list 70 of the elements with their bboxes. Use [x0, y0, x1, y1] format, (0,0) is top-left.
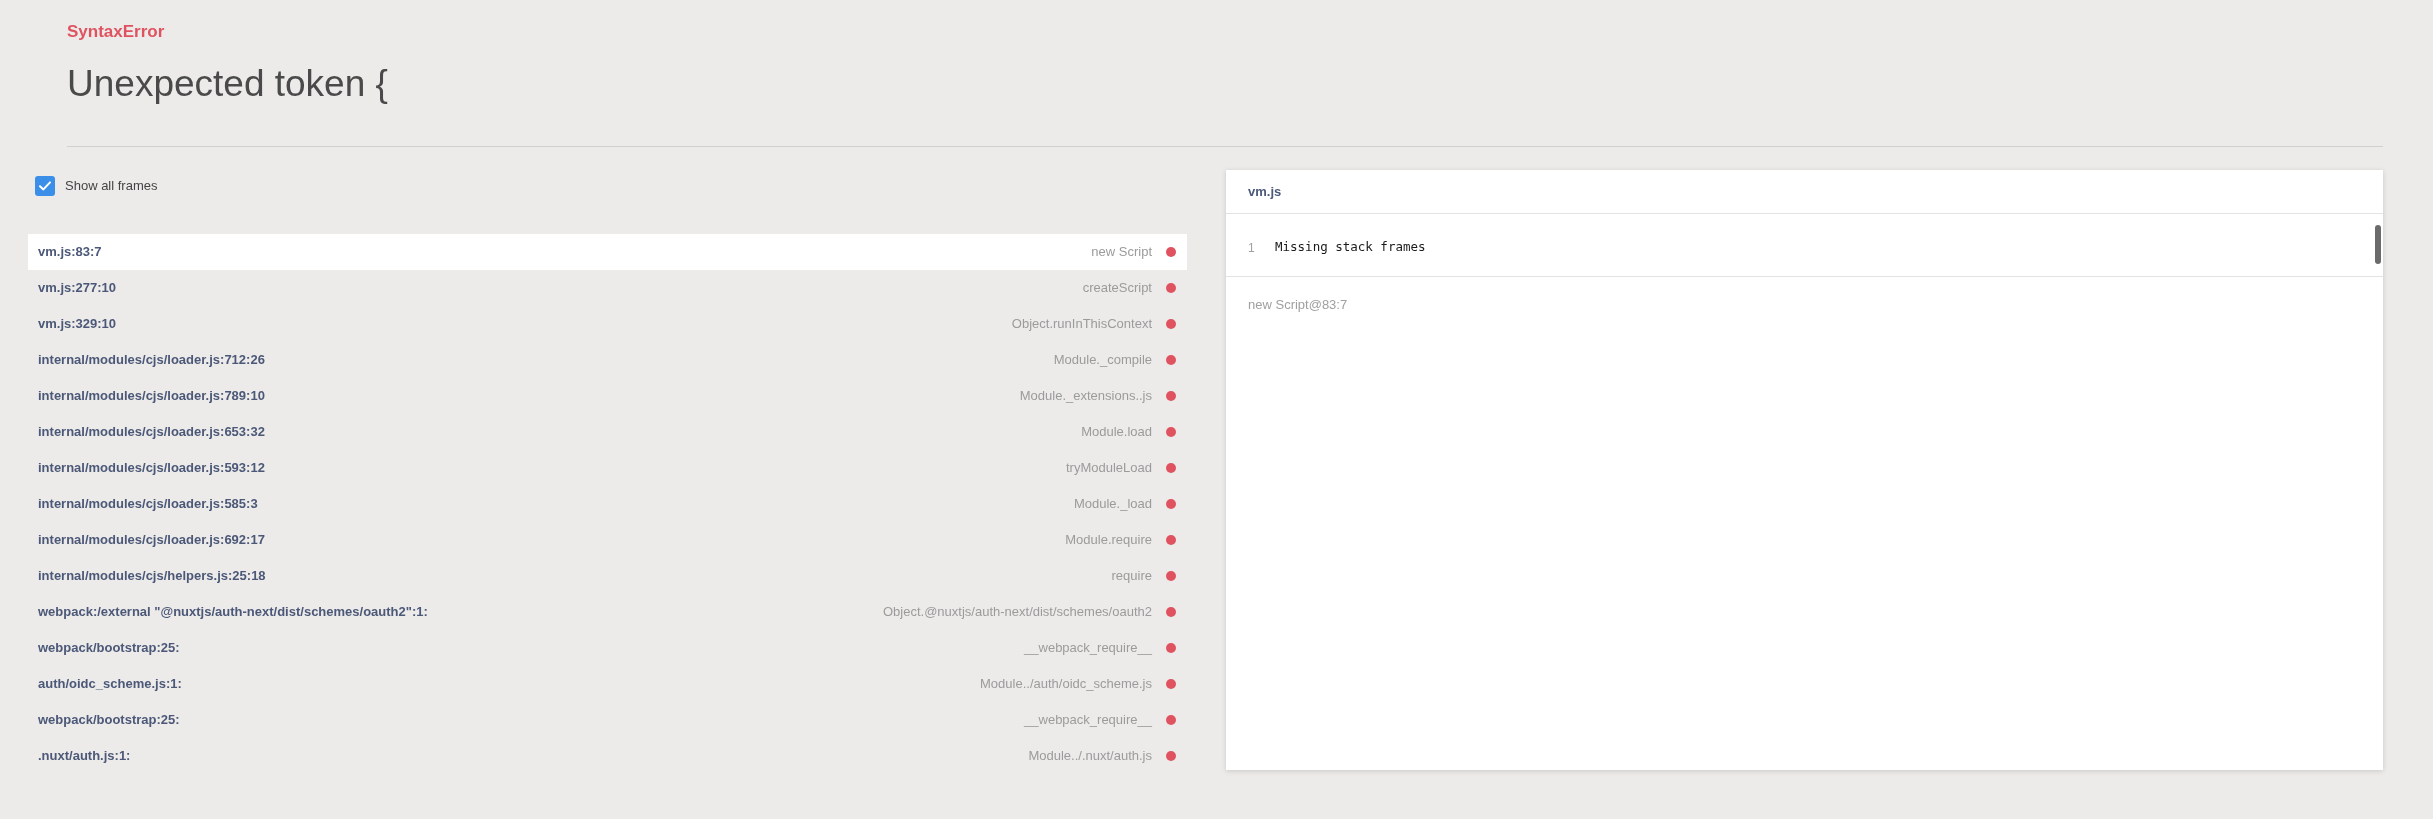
- frame-function-name: Module._extensions..js: [1019, 387, 1152, 405]
- stack-frame-row[interactable]: .nuxt/auth.js:1: Module../.nuxt/auth.js: [28, 738, 1187, 774]
- status-dot-icon: [1166, 535, 1176, 545]
- frame-function-name: Module.load: [1081, 423, 1152, 441]
- status-dot-icon: [1166, 283, 1176, 293]
- error-message-heading: Unexpected token {: [67, 62, 388, 106]
- frame-reference-label: new Script@83:7: [1248, 297, 1348, 312]
- frame-function-name: Object.runInThisContext: [1011, 315, 1152, 333]
- frame-function-name: createScript: [1082, 279, 1152, 297]
- stack-frame-row[interactable]: internal/modules/cjs/loader.js:712:26 Module._compile: [28, 342, 1187, 378]
- status-dot-icon: [1166, 391, 1176, 401]
- status-dot-icon: [1166, 499, 1176, 509]
- stack-frame-row[interactable]: webpack:/external "@nuxtjs/auth-next/dist/schemes/oauth2":1: Object.@nuxtjs/auth-next/dist/schemes/oauth2: [28, 594, 1187, 630]
- status-dot-icon: [1166, 427, 1176, 437]
- frame-location: internal/modules/cjs/helpers.js:25:18: [38, 567, 266, 585]
- status-dot-icon: [1166, 715, 1176, 725]
- frame-location: auth/oidc_scheme.js:1:: [38, 675, 182, 693]
- stack-frame-row[interactable]: internal/modules/cjs/loader.js:692:17 Module.require: [28, 522, 1187, 558]
- frame-location: internal/modules/cjs/loader.js:692:17: [38, 531, 265, 549]
- stack-frame-row[interactable]: internal/modules/cjs/loader.js:593:12 tryModuleLoad: [28, 450, 1187, 486]
- stack-frame-row[interactable]: webpack/bootstrap:25: __webpack_require__: [28, 630, 1187, 666]
- frame-location: vm.js:277:10: [38, 279, 117, 297]
- frame-function-name: Module../auth/oidc_scheme.js: [980, 675, 1152, 693]
- status-dot-icon: [1166, 679, 1176, 689]
- stack-frame-row[interactable]: vm.js:277:10 createScript: [28, 270, 1187, 306]
- frame-location: webpack/bootstrap:25:: [38, 711, 180, 729]
- frame-function-name: tryModuleLoad: [1066, 459, 1152, 477]
- checkbox[interactable]: [35, 176, 55, 196]
- status-dot-icon: [1166, 355, 1176, 365]
- stack-frame-row[interactable]: auth/oidc_scheme.js:1: Module../auth/oidc_scheme.js: [28, 666, 1187, 702]
- error-type-label: SyntaxError: [67, 21, 165, 43]
- frame-function-name: __webpack_require__: [1024, 639, 1152, 657]
- frame-function-name: __webpack_require__: [1024, 711, 1152, 729]
- frame-location: internal/modules/cjs/loader.js:585:3: [38, 495, 258, 513]
- stack-frame-row[interactable]: vm.js:329:10 Object.runInThisContext: [28, 306, 1187, 342]
- frame-function-name: Object.@nuxtjs/auth-next/dist/schemes/oauth2: [883, 603, 1152, 621]
- frame-location: vm.js:329:10: [38, 315, 117, 333]
- status-dot-icon: [1166, 751, 1176, 761]
- frame-location: internal/modules/cjs/loader.js:712:26: [38, 351, 265, 369]
- file-name-label: vm.js: [1248, 182, 1282, 201]
- status-dot-icon: [1166, 463, 1176, 473]
- frame-function-name: Module../.nuxt/auth.js: [1028, 747, 1152, 765]
- stack-frame-row[interactable]: internal/modules/cjs/loader.js:653:32 Module.load: [28, 414, 1187, 450]
- stack-frame-row[interactable]: internal/modules/cjs/helpers.js:25:18 require: [28, 558, 1187, 594]
- frame-location: .nuxt/auth.js:1:: [38, 747, 131, 765]
- frame-location: webpack:/external "@nuxtjs/auth-next/dist/schemes/oauth2":1:: [38, 603, 428, 621]
- status-dot-icon: [1166, 607, 1176, 617]
- line-number: 1: [1248, 240, 1256, 257]
- frame-location: webpack/bootstrap:25:: [38, 639, 180, 657]
- frame-location: internal/modules/cjs/loader.js:789:10: [38, 387, 265, 405]
- frame-function-name: Module._load: [1073, 495, 1152, 513]
- frame-location: vm.js:83:7: [38, 243, 102, 261]
- frame-function-name: Module.require: [1065, 531, 1152, 549]
- status-dot-icon: [1166, 643, 1176, 653]
- frame-function-name: require: [1111, 567, 1152, 585]
- status-dot-icon: [1166, 319, 1176, 329]
- checkmark-icon: [39, 181, 51, 191]
- stack-frame-row[interactable]: webpack/bootstrap:25: __webpack_require__: [28, 702, 1187, 738]
- frame-function-name: new Script: [1091, 243, 1152, 261]
- frame-location: internal/modules/cjs/loader.js:593:12: [38, 459, 265, 477]
- frame-location: internal/modules/cjs/loader.js:653:32: [38, 423, 265, 441]
- frame-function-name: Module._compile: [1053, 351, 1152, 369]
- checkbox-label[interactable]: Show all frames: [65, 177, 158, 195]
- stack-frame-row[interactable]: internal/modules/cjs/loader.js:585:3 Module._load: [28, 486, 1187, 522]
- status-dot-icon: [1166, 571, 1176, 581]
- status-dot-icon: [1166, 247, 1176, 257]
- scrollbar-thumb[interactable]: [2375, 225, 2381, 264]
- code-line: Missing stack frames: [1275, 237, 1426, 256]
- stack-frame-row[interactable]: internal/modules/cjs/loader.js:789:10 Module._extensions..js: [28, 378, 1187, 414]
- stack-frame-row[interactable]: vm.js:83:7 new Script: [28, 234, 1187, 270]
